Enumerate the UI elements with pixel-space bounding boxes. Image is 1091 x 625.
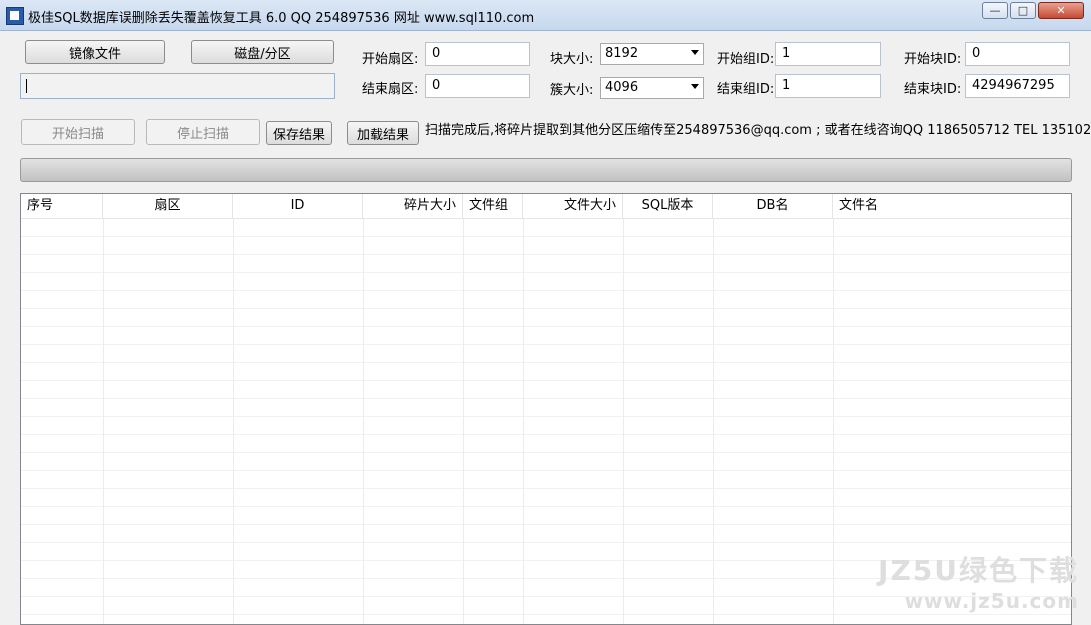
path-input[interactable] [20, 73, 335, 99]
start-group-id-field[interactable]: 1 [775, 42, 881, 66]
block-size-label: 块大小: [550, 52, 594, 67]
column-header-file-group[interactable]: 文件组 [463, 194, 523, 218]
load-result-button[interactable]: 加载结果 [347, 121, 419, 145]
stop-scan-button[interactable]: 停止扫描 [146, 119, 260, 145]
column-divider [713, 219, 714, 624]
info-text: 扫描完成后,将碎片提取到其他分区压缩传至254897536@qq.com ; 或… [425, 123, 1091, 138]
close-button[interactable]: ✕ [1038, 2, 1084, 19]
column-divider [523, 219, 524, 624]
column-header-id[interactable]: ID [233, 194, 363, 218]
column-divider [463, 219, 464, 624]
end-sector-field[interactable]: 0 [425, 74, 530, 98]
end-group-id-label: 结束组ID: [717, 82, 775, 97]
cluster-size-value: 4096 [605, 80, 639, 95]
start-block-id-label: 开始块ID: [904, 52, 962, 67]
start-block-id-field[interactable]: 0 [965, 42, 1070, 66]
column-divider [623, 219, 624, 624]
cluster-size-select[interactable]: 4096 [600, 77, 704, 99]
column-divider [103, 219, 104, 624]
column-header-file-name[interactable]: 文件名 [833, 194, 1071, 218]
column-header-file-size[interactable]: 文件大小 [523, 194, 623, 218]
chevron-down-icon [691, 84, 699, 89]
save-result-button[interactable]: 保存结果 [266, 121, 332, 145]
minimize-button[interactable]: — [982, 2, 1008, 19]
scan-progress-bar [20, 158, 1072, 182]
start-sector-field[interactable]: 0 [425, 42, 530, 66]
cluster-size-label: 簇大小: [550, 83, 594, 98]
column-header-index[interactable]: 序号 [21, 194, 103, 218]
start-group-id-label: 开始组ID: [717, 52, 775, 67]
column-divider [833, 219, 834, 624]
column-header-db-name[interactable]: DB名 [713, 194, 833, 218]
end-sector-label: 结束扇区: [362, 82, 419, 97]
block-size-select[interactable]: 8192 [600, 43, 704, 65]
app-icon [6, 7, 24, 25]
column-header-sector[interactable]: 扇区 [103, 194, 233, 218]
table-header: 序号 扇区 ID 碎片大小 文件组 文件大小 SQL版本 DB名 文件名 [21, 194, 1071, 219]
end-group-id-field[interactable]: 1 [775, 74, 881, 98]
maximize-button[interactable]: □ [1010, 2, 1036, 19]
mirror-file-button[interactable]: 镜像文件 [25, 40, 165, 64]
column-divider [233, 219, 234, 624]
text-caret [26, 79, 27, 93]
watermark-line-2: www.jz5u.com [904, 589, 1079, 613]
column-header-fragment-size[interactable]: 碎片大小 [363, 194, 463, 218]
start-scan-button[interactable]: 开始扫描 [21, 119, 135, 145]
column-header-sql-version[interactable]: SQL版本 [623, 194, 713, 218]
watermark-line-1: JZ5U绿色下载 [878, 554, 1079, 587]
block-size-value: 8192 [605, 46, 639, 61]
end-block-id-label: 结束块ID: [904, 82, 962, 97]
column-divider [363, 219, 364, 624]
window-title: 极佳SQL数据库误删除丢失覆盖恢复工具 6.0 QQ 254897536 网址 … [28, 11, 535, 26]
disk-partition-button[interactable]: 磁盘/分区 [191, 40, 334, 64]
title-bar: 极佳SQL数据库误删除丢失覆盖恢复工具 6.0 QQ 254897536 网址 … [0, 0, 1091, 31]
end-block-id-field[interactable]: 4294967295 [965, 74, 1070, 98]
start-sector-label: 开始扇区: [362, 52, 419, 67]
chevron-down-icon [691, 50, 699, 55]
watermark: JZ5U绿色下载 www.jz5u.com [878, 549, 1079, 613]
